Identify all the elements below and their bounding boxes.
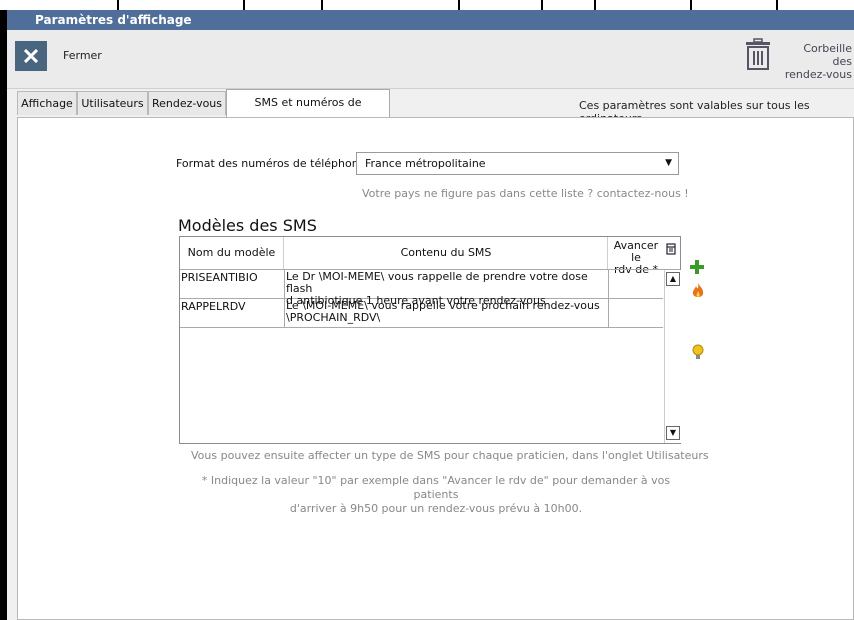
models-title: Modèles des SMS xyxy=(178,216,317,235)
close-icon xyxy=(24,49,38,63)
advance-header-line1: Avancer le xyxy=(613,239,659,264)
trash-label-line1: Corbeille des xyxy=(803,42,852,68)
column-header-content[interactable]: Contenu du SMS xyxy=(285,237,608,269)
window-title: Paramètres d'affichage xyxy=(35,13,192,27)
table-row[interactable]: RAPPELRDV Le \MOI-MEME\ vous rappelle vo… xyxy=(180,299,663,328)
phone-format-label: Format des numéros de téléphone xyxy=(176,157,366,170)
tab-sms[interactable]: SMS et numéros de téléphones xyxy=(226,89,390,135)
tab-bar: Affichage Utilisateurs Rendez-vous SMS e… xyxy=(7,89,854,135)
top-strip xyxy=(0,0,854,10)
sms-panel: Format des numéros de téléphone France m… xyxy=(17,117,854,620)
tab-utilisateurs[interactable]: Utilisateurs xyxy=(77,91,148,115)
trash-icon xyxy=(746,38,770,70)
row-content-line2: \PROCHAIN_RDV\ xyxy=(286,311,381,324)
tab-affichage[interactable]: Affichage xyxy=(17,91,77,115)
column-header-name[interactable]: Nom du modèle xyxy=(180,237,284,269)
row-name: RAPPELRDV xyxy=(181,300,246,313)
scroll-down-button[interactable]: ▼ xyxy=(666,426,680,440)
column-picker-icon[interactable] xyxy=(666,243,676,255)
cell-divider xyxy=(608,299,609,327)
trash-label: Corbeille des rendez-vous xyxy=(782,42,852,81)
close-label[interactable]: Fermer xyxy=(63,49,102,62)
table-scrollbar[interactable]: ▲ ▼ xyxy=(664,270,681,443)
trash-button[interactable]: Corbeille des rendez-vous xyxy=(739,38,852,81)
phone-format-select[interactable]: France métropolitaine ▼ xyxy=(356,152,679,175)
tab-rendez-vous[interactable]: Rendez-vous xyxy=(148,91,226,115)
cell-divider xyxy=(284,270,285,298)
fire-icon[interactable] xyxy=(692,283,704,299)
scroll-up-button[interactable]: ▲ xyxy=(666,272,680,286)
toolbar: Fermer Corbeille des rendez-vous xyxy=(7,30,854,89)
hint-line1: * Indiquez la valeur "10" par exemple da… xyxy=(201,474,671,501)
row-name: PRISEANTIBIO xyxy=(181,271,258,284)
trash-label-line2: rendez-vous xyxy=(784,68,852,81)
settings-window: Paramètres d'affichage Fermer Corbeille … xyxy=(7,10,854,620)
close-button[interactable] xyxy=(15,41,47,71)
column-header-advance[interactable]: Avancer le rdv de * xyxy=(609,237,663,276)
add-icon[interactable] xyxy=(690,260,704,274)
table-row[interactable]: PRISEANTIBIO Le Dr \MOI-MEME\ vous rappe… xyxy=(180,270,663,307)
hint-note: * Indiquez la valeur "10" par exemple da… xyxy=(186,474,686,516)
chevron-down-icon: ▼ xyxy=(665,158,672,168)
country-note: Votre pays ne figure pas dans cette list… xyxy=(362,187,689,200)
row-content-line1: Le Dr \MOI-MEME\ vous rappelle de prendr… xyxy=(286,270,588,295)
lightbulb-icon[interactable] xyxy=(692,344,704,360)
sms-models-table: Nom du modèle Contenu du SMS Avancer le … xyxy=(179,236,681,444)
cell-divider xyxy=(284,299,285,327)
title-bar: Paramètres d'affichage xyxy=(7,10,854,30)
cell-divider xyxy=(608,270,609,298)
phone-format-value: France métropolitaine xyxy=(365,157,486,170)
assign-note: Vous pouvez ensuite affecter un type de … xyxy=(191,449,709,462)
hint-line2: d'arriver à 9h50 pour un rendez-vous pré… xyxy=(289,502,583,515)
row-content: Le \MOI-MEME\ vous rappelle votre procha… xyxy=(286,300,606,324)
